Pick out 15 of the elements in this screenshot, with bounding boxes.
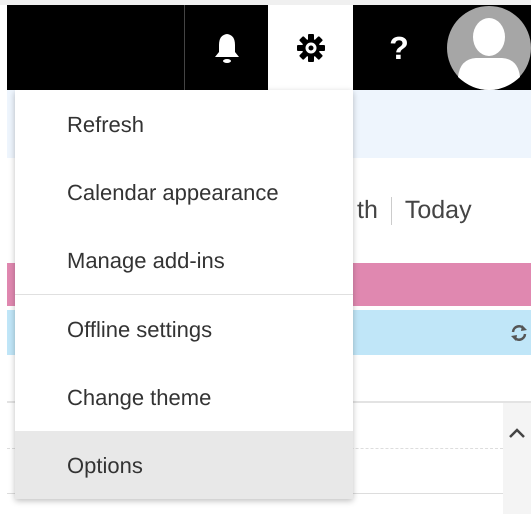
menu-item[interactable]: Change theme: [15, 363, 353, 431]
menu-item[interactable]: Calendar appearance: [15, 158, 353, 226]
refresh-icon[interactable]: [510, 324, 528, 342]
menu-item[interactable]: Options: [15, 431, 353, 499]
settings-icon: [296, 32, 326, 62]
bell-icon: [214, 32, 240, 62]
settings-button[interactable]: [268, 5, 353, 90]
avatar-icon[interactable]: [446, 5, 531, 90]
scrollbar[interactable]: [503, 403, 531, 514]
menu-item[interactable]: Manage add-ins: [15, 226, 353, 294]
menu-item[interactable]: Refresh: [15, 90, 353, 158]
menu-item[interactable]: Offline settings: [15, 295, 353, 363]
view-label[interactable]: th: [357, 192, 378, 230]
today-link[interactable]: Today: [404, 192, 472, 230]
caret-up-icon[interactable]: [509, 428, 525, 438]
